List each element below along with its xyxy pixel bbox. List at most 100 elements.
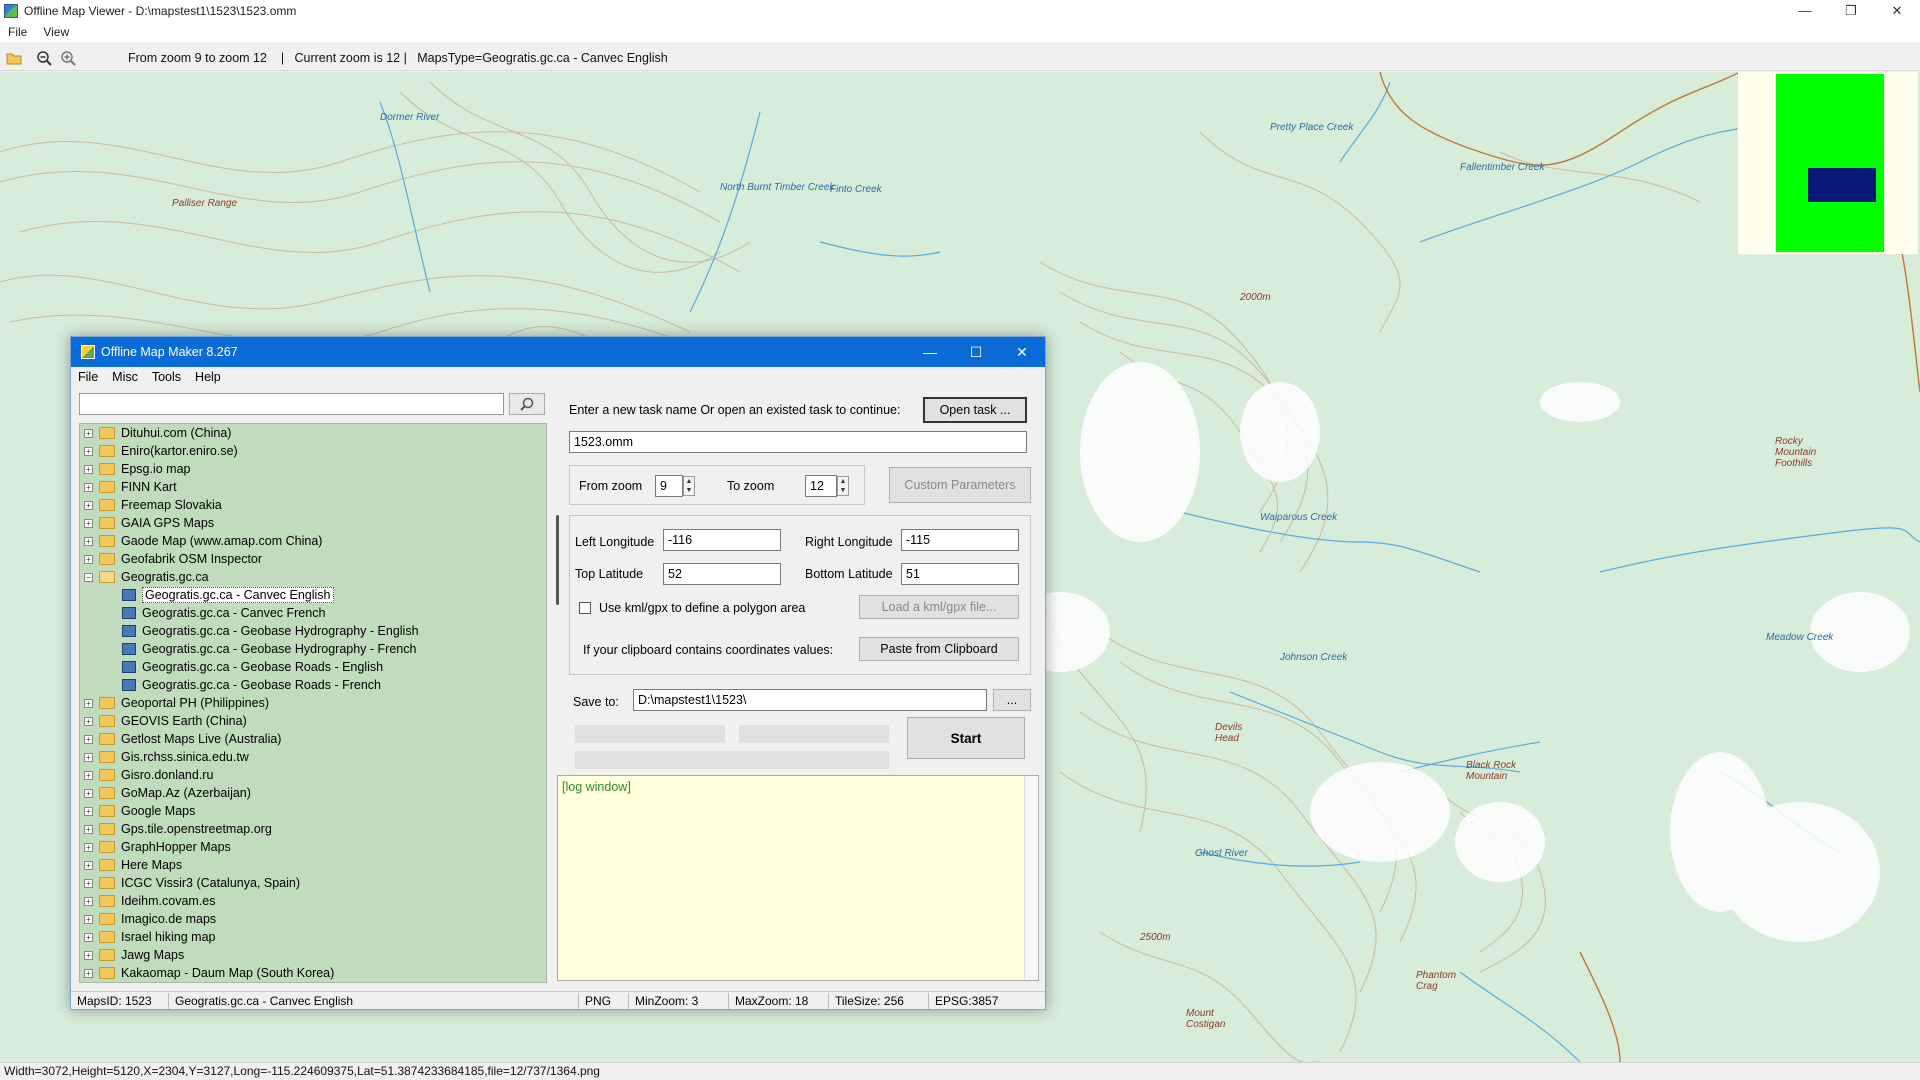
tree-folder-item[interactable]: + Imagico.de maps (80, 910, 546, 928)
expand-icon[interactable]: + (84, 914, 93, 924)
tree-folder-item[interactable]: + GoMap.Az (Azerbaijan) (80, 784, 546, 802)
expand-icon[interactable]: + (84, 842, 93, 852)
to-zoom-field[interactable]: 12 (805, 475, 837, 497)
load-kml-button[interactable]: Load a kml/gpx file... (859, 595, 1019, 619)
expand-icon[interactable]: + (84, 446, 93, 456)
collapse-icon[interactable]: − (84, 572, 93, 582)
tree-folder-item[interactable]: + Gisro.donland.ru (80, 766, 546, 784)
tree-folder-item[interactable]: + Eniro(kartor.eniro.se) (80, 442, 546, 460)
tree-folder-item[interactable]: + FINN Kart (80, 478, 546, 496)
tree-folder-item[interactable]: + GraphHopper Maps (80, 838, 546, 856)
tree-folder-item[interactable]: + Jawg Maps (80, 946, 546, 964)
start-button[interactable]: Start (907, 717, 1025, 759)
from-zoom-field[interactable]: 9 (655, 475, 683, 497)
expand-icon[interactable]: + (84, 428, 93, 438)
tree-folder-item[interactable]: + Gps.tile.openstreetmap.org (80, 820, 546, 838)
tree-map-item[interactable]: Geogratis.gc.ca - Canvec English (80, 586, 546, 604)
expand-icon[interactable]: + (84, 824, 93, 834)
status-maps-name: Geogratis.gc.ca - Canvec English (169, 992, 579, 1009)
map-label: Rocky Mountain Foothills (1775, 436, 1817, 469)
tree-map-item[interactable]: Geogratis.gc.ca - Geobase Roads - French (80, 676, 546, 694)
tree-folder-item[interactable]: + Google Maps (80, 802, 546, 820)
minimap-viewport[interactable] (1808, 168, 1876, 202)
expand-icon[interactable]: + (84, 482, 93, 492)
dialog-menu-help[interactable]: Help (188, 370, 228, 384)
tree-folder-item[interactable]: − Geogratis.gc.ca (80, 568, 546, 586)
task-name-field[interactable]: 1523.omm (569, 431, 1027, 453)
dialog-menu-misc[interactable]: Misc (105, 370, 145, 384)
dialog-menu-tools[interactable]: Tools (145, 370, 188, 384)
custom-parameters-button[interactable]: Custom Parameters (889, 467, 1031, 503)
tree-folder-item[interactable]: + Geofabrik OSM Inspector (80, 550, 546, 568)
tree-folder-item[interactable]: + Ideihm.covam.es (80, 892, 546, 910)
menu-view[interactable]: View (35, 25, 77, 39)
expand-icon[interactable]: + (84, 932, 93, 942)
top-latitude-field[interactable]: 52 (663, 563, 781, 585)
tree-folder-item[interactable]: + Dituhui.com (China) (80, 424, 546, 442)
right-longitude-field[interactable]: -115 (901, 529, 1019, 551)
expand-icon[interactable]: + (84, 788, 93, 798)
tree-folder-item[interactable]: + Geoportal PH (Philippines) (80, 694, 546, 712)
tree-map-item[interactable]: Geogratis.gc.ca - Geobase Hydrography - … (80, 622, 546, 640)
tree-item-label: Imagico.de maps (121, 912, 217, 926)
restore-button[interactable]: ❐ (1828, 0, 1874, 22)
tree-folder-item[interactable]: + Getlost Maps Live (Australia) (80, 730, 546, 748)
tree-folder-item[interactable]: + ICGC Vissir3 (Catalunya, Spain) (80, 874, 546, 892)
left-longitude-field[interactable]: -116 (663, 529, 781, 551)
expand-icon[interactable]: + (84, 752, 93, 762)
log-window[interactable]: [log window] (557, 775, 1039, 981)
tree-folder-item[interactable]: + Freemap Slovakia (80, 496, 546, 514)
map-label: Palliser Range (172, 198, 238, 209)
tree-folder-item[interactable]: + Kakaomap - Daum Map (South Korea) (80, 964, 546, 982)
from-zoom-stepper[interactable]: ▲ ▼ (683, 476, 695, 496)
overview-minimap[interactable] (1738, 72, 1918, 254)
tree-folder-item[interactable]: + Gaode Map (www.amap.com China) (80, 532, 546, 550)
tree-map-item[interactable]: Geogratis.gc.ca - Canvec French (80, 604, 546, 622)
log-scrollbar[interactable] (1024, 776, 1038, 980)
expand-icon[interactable]: + (84, 716, 93, 726)
expand-icon[interactable]: + (84, 860, 93, 870)
open-folder-icon[interactable] (4, 48, 24, 68)
dialog-menu-file[interactable]: File (71, 370, 105, 384)
expand-icon[interactable]: + (84, 554, 93, 564)
tree-folder-item[interactable]: + Here Maps (80, 856, 546, 874)
dialog-minimize-button[interactable]: — (907, 337, 953, 367)
expand-icon[interactable]: + (84, 806, 93, 816)
tree-map-item[interactable]: Geogratis.gc.ca - Geobase Roads - Englis… (80, 658, 546, 676)
expand-icon[interactable]: + (84, 950, 93, 960)
search-input[interactable] (79, 393, 504, 415)
zoom-in-icon[interactable] (58, 48, 78, 68)
close-button[interactable]: ✕ (1874, 0, 1920, 22)
tree-folder-item[interactable]: + Epsg.io map (80, 460, 546, 478)
browse-folder-button[interactable]: ... (993, 689, 1031, 711)
to-zoom-stepper[interactable]: ▲ ▼ (837, 476, 849, 496)
bottom-latitude-field[interactable]: 51 (901, 563, 1019, 585)
save-to-field[interactable]: D:\mapstest1\1523\ (633, 689, 987, 711)
expand-icon[interactable]: + (84, 518, 93, 528)
zoom-out-icon[interactable] (34, 48, 54, 68)
dialog-close-button[interactable]: ✕ (999, 337, 1045, 367)
search-icon[interactable] (509, 393, 545, 415)
expand-icon[interactable]: + (84, 770, 93, 780)
tree-folder-item[interactable]: + GEOVIS Earth (China) (80, 712, 546, 730)
kml-polygon-checkbox[interactable] (579, 602, 591, 614)
menu-file[interactable]: File (0, 25, 35, 39)
map-source-tree[interactable]: + Dituhui.com (China) + Eniro(kartor.eniro.… (79, 423, 547, 983)
tree-folder-item[interactable]: + Israel hiking map (80, 928, 546, 946)
expand-icon[interactable]: + (84, 500, 93, 510)
tree-folder-item[interactable]: + Gis.rchss.sinica.edu.tw (80, 748, 546, 766)
expand-icon[interactable]: + (84, 734, 93, 744)
paste-clipboard-button[interactable]: Paste from Clipboard (859, 637, 1019, 661)
folder-icon (99, 571, 115, 583)
expand-icon[interactable]: + (84, 968, 93, 978)
expand-icon[interactable]: + (84, 536, 93, 546)
expand-icon[interactable]: + (84, 896, 93, 906)
open-task-button[interactable]: Open task ... (923, 397, 1027, 423)
expand-icon[interactable]: + (84, 698, 93, 708)
dialog-maximize-button[interactable]: ☐ (953, 337, 999, 367)
minimize-button[interactable]: — (1782, 0, 1828, 22)
expand-icon[interactable]: + (84, 464, 93, 474)
expand-icon[interactable]: + (84, 878, 93, 888)
tree-folder-item[interactable]: + GAIA GPS Maps (80, 514, 546, 532)
tree-map-item[interactable]: Geogratis.gc.ca - Geobase Hydrography - … (80, 640, 546, 658)
